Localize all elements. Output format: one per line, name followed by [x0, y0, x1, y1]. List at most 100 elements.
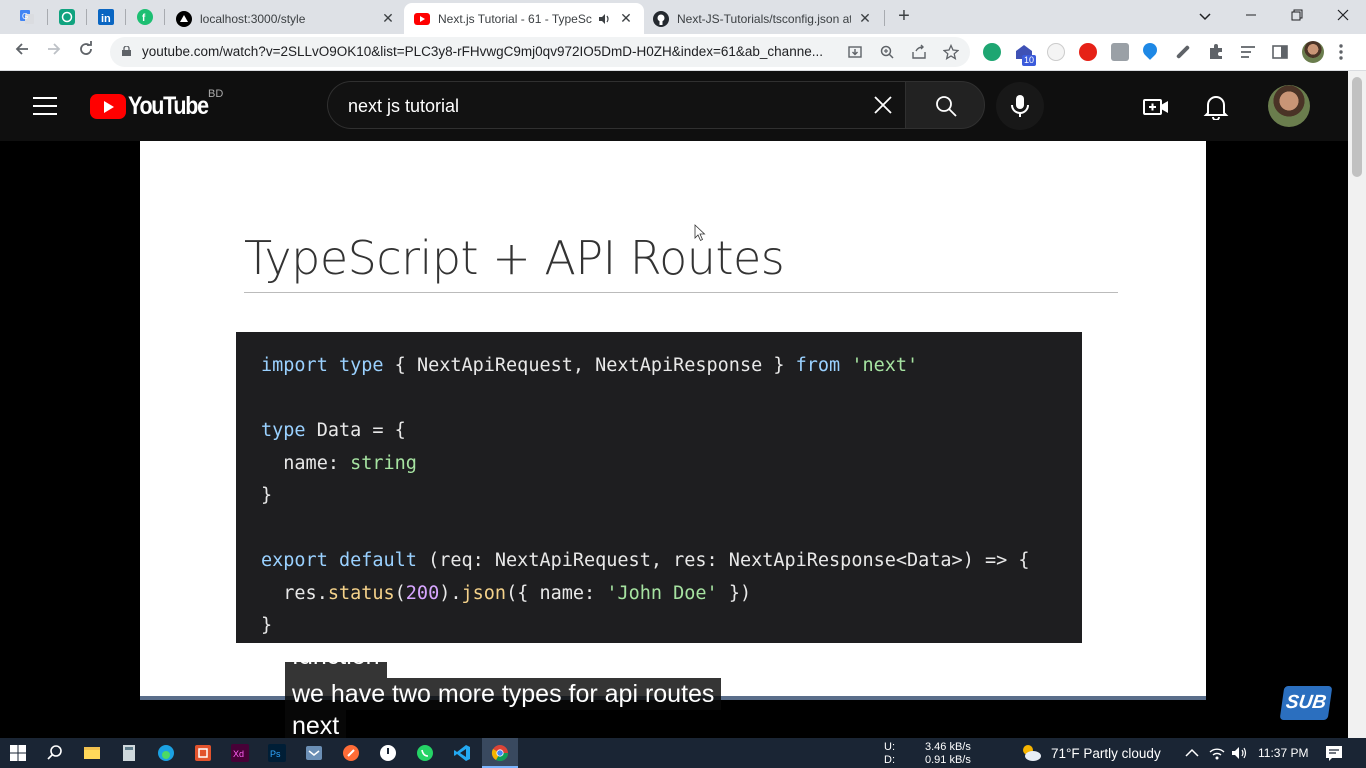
- clear-search-icon[interactable]: [871, 93, 895, 117]
- forward-icon[interactable]: [43, 41, 65, 63]
- install-app-icon[interactable]: [847, 44, 863, 60]
- microphone-icon: [1011, 95, 1029, 117]
- youtube-logo[interactable]: YouTube: [90, 91, 221, 120]
- volume-icon[interactable]: [1230, 744, 1248, 762]
- browser-toolbar: youtube.com/watch?v=2SLLvO9OK10&list=PLC…: [0, 34, 1366, 71]
- subscribe-watermark[interactable]: SUB: [1279, 686, 1333, 720]
- app-icon[interactable]: [379, 744, 397, 762]
- app-icon[interactable]: [305, 744, 323, 762]
- youtube-wordmark: YouTube: [128, 91, 209, 120]
- tab-search-icon[interactable]: [1193, 6, 1217, 26]
- close-window-icon[interactable]: [1331, 6, 1355, 26]
- lock-icon[interactable]: [122, 46, 131, 56]
- tab-close-icon[interactable]: ✕: [380, 10, 396, 27]
- clock-time[interactable]: 11:37 PM: [1258, 746, 1308, 760]
- adobe-xd-icon[interactable]: Xd: [231, 744, 249, 762]
- svg-text:in: in: [101, 13, 111, 25]
- notifications-bell-icon[interactable]: [1203, 94, 1229, 120]
- page-scrollbar[interactable]: [1348, 71, 1366, 738]
- back-icon[interactable]: [11, 41, 33, 63]
- calculator-icon[interactable]: [120, 744, 138, 762]
- minimize-icon[interactable]: [1239, 6, 1263, 26]
- app-icon[interactable]: [194, 744, 212, 762]
- fiverr-pinned-tab[interactable]: f: [135, 7, 155, 27]
- photoshop-icon[interactable]: Ps: [268, 744, 286, 762]
- new-tab-button[interactable]: +: [893, 6, 915, 28]
- create-video-icon[interactable]: [1143, 94, 1169, 120]
- notification-center-icon[interactable]: [1325, 744, 1343, 762]
- scrollbar-thumb[interactable]: [1352, 77, 1362, 177]
- audio-playing-icon[interactable]: [598, 13, 612, 25]
- url-text: youtube.com/watch?v=2SLLvO9OK10&list=PLC…: [142, 44, 823, 59]
- code-line: export default (req: NextApiRequest, res…: [261, 550, 1030, 571]
- net-upload-label: U:: [884, 741, 895, 753]
- wifi-icon[interactable]: [1208, 744, 1226, 762]
- side-panel-icon[interactable]: [1271, 43, 1289, 61]
- code-line: import type { NextApiRequest, NextApiRes…: [261, 355, 919, 376]
- tab-title: Next-JS-Tutorials/tsconfig.json at: [677, 11, 851, 26]
- tab-github[interactable]: Next-JS-Tutorials/tsconfig.json at ✕: [643, 3, 883, 34]
- net-download-speed: 0.91 kB/s: [925, 754, 971, 766]
- code-line: res.status(200).json({ name: 'John Doe' …: [261, 582, 752, 604]
- caption-line-partial: function: [285, 662, 387, 678]
- eyedropper-icon[interactable]: [1175, 44, 1191, 60]
- code-line: }: [261, 485, 273, 506]
- video-player[interactable]: TypeScript + API Routes import type { Ne…: [140, 141, 1206, 697]
- code-block: import type { NextApiRequest, NextApiRes…: [236, 332, 1082, 643]
- profile-avatar[interactable]: [1302, 41, 1324, 63]
- weather-partly-cloudy-icon[interactable]: [1020, 742, 1042, 764]
- chrome-menu-icon[interactable]: [1338, 43, 1344, 61]
- linkedin-pinned-tab[interactable]: in: [96, 7, 116, 27]
- zoom-icon[interactable]: [879, 44, 895, 60]
- caption-line-clipped: next: [285, 710, 347, 738]
- postman-icon[interactable]: [342, 744, 360, 762]
- country-code: BD: [208, 88, 224, 100]
- file-explorer-icon[interactable]: [83, 744, 101, 762]
- account-avatar[interactable]: [1268, 85, 1310, 127]
- reading-list-icon[interactable]: [1239, 43, 1257, 61]
- tray-chevron-up-icon[interactable]: [1183, 744, 1201, 762]
- caption-line: we have two more types for api routes: [285, 678, 722, 710]
- net-upload-speed: 3.46 kB/s: [925, 741, 971, 753]
- chatgpt-pinned-tab[interactable]: [57, 7, 77, 27]
- share-icon[interactable]: [911, 44, 927, 60]
- extensions-puzzle-icon[interactable]: [1207, 43, 1225, 61]
- tab-close-icon[interactable]: ✕: [618, 10, 634, 27]
- extension-icon[interactable]: [1047, 43, 1065, 61]
- grammarly-extension-icon[interactable]: [983, 43, 1001, 61]
- youtube-play-icon: [90, 93, 126, 119]
- whatsapp-icon[interactable]: [416, 744, 434, 762]
- search-input[interactable]: next js tutorial: [348, 96, 459, 117]
- windows-taskbar: Xd Ps U: D: 3.46 kB/s 0.91 kB/s 71°F Par…: [0, 738, 1366, 768]
- reload-icon[interactable]: [75, 41, 97, 63]
- tab-title: Next.js Tutorial - 61 - TypeSc: [438, 11, 592, 26]
- extension-with-badge-icon[interactable]: 10: [1014, 43, 1037, 66]
- search-button[interactable]: [905, 81, 985, 129]
- taskbar-search-icon[interactable]: [46, 744, 64, 762]
- fiverr-icon: f: [137, 9, 153, 25]
- tab-youtube-active[interactable]: Next.js Tutorial - 61 - TypeSc ✕: [404, 3, 644, 34]
- tab-localhost[interactable]: localhost:3000/style ✕: [166, 3, 406, 34]
- youtube-favicon-icon: [414, 11, 430, 27]
- vercel-favicon-icon: [176, 10, 192, 27]
- color-picker-drop-icon[interactable]: [1140, 40, 1160, 60]
- bookmark-star-icon[interactable]: [943, 44, 959, 60]
- vscode-icon[interactable]: [453, 744, 471, 762]
- chatgpt-icon: [59, 9, 75, 25]
- windows-start-icon[interactable]: [9, 744, 27, 762]
- weather-text[interactable]: 71°F Partly cloudy: [1051, 746, 1161, 761]
- google-translate-icon: G: [20, 10, 34, 24]
- search-box[interactable]: next js tutorial: [327, 81, 905, 129]
- screenshot-extension-icon[interactable]: [1111, 43, 1129, 61]
- menu-hamburger-icon[interactable]: [33, 97, 57, 115]
- google-translate-pinned-tab[interactable]: G: [17, 7, 37, 27]
- tab-close-icon[interactable]: ✕: [857, 10, 873, 27]
- chrome-icon[interactable]: [491, 744, 509, 762]
- github-favicon-icon: [653, 10, 669, 27]
- edge-icon[interactable]: [157, 744, 175, 762]
- adblock-extension-icon[interactable]: [1079, 43, 1097, 61]
- address-bar[interactable]: youtube.com/watch?v=2SLLvO9OK10&list=PLC…: [110, 37, 970, 67]
- voice-search-button[interactable]: [996, 82, 1044, 130]
- restore-icon[interactable]: [1285, 6, 1309, 26]
